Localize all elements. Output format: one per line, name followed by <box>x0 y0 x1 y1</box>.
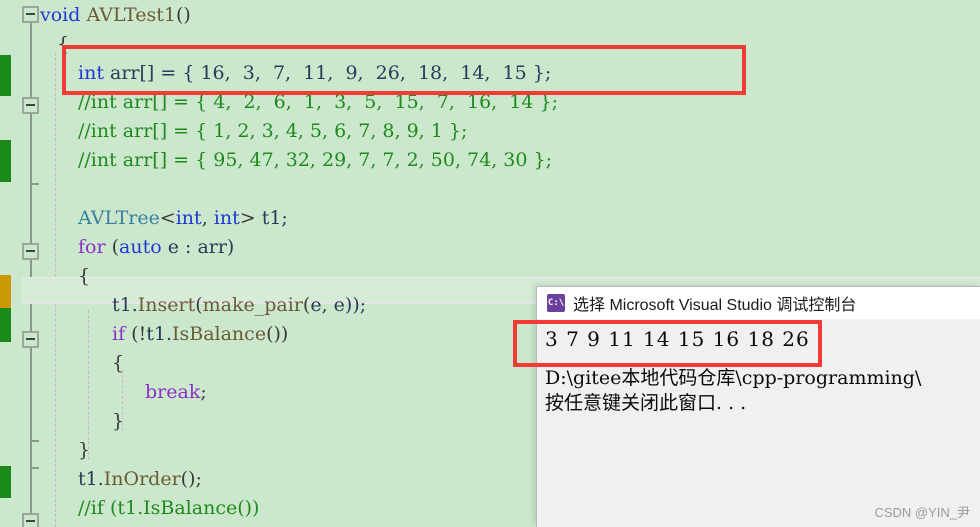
fold-line-seg-2 <box>30 114 32 244</box>
console-sorted-output: 3 7 9 11 14 15 16 18 26 <box>545 327 810 351</box>
fold-toggle-for-loop[interactable] <box>22 243 39 260</box>
fold-tick-3 <box>30 467 39 469</box>
code-line-0[interactable]: void AVLTest1() <box>40 1 191 30</box>
code-line-17[interactable]: //if (t1.IsBalance()) <box>78 494 259 523</box>
change-bar-green-3 <box>0 308 11 342</box>
code-line-16[interactable]: t1.InOrder(); <box>78 465 202 494</box>
fold-toggle-trailing[interactable] <box>22 513 39 527</box>
change-bar-green-2 <box>0 140 11 182</box>
console-titlebar[interactable]: C:\ 选择 Microsoft Visual Studio 调试控制台 <box>537 287 980 319</box>
code-line-6[interactable] <box>78 175 84 204</box>
code-line-4[interactable]: //int arr[] = { 1, 2, 3, 4, 5, 6, 7, 8, … <box>78 117 467 146</box>
code-line-14[interactable]: } <box>112 407 124 436</box>
code-line-10[interactable]: t1.Insert(make_pair(e, e)); <box>112 291 366 320</box>
fold-line-seg-4 <box>30 348 32 527</box>
fold-tick-1 <box>30 183 39 185</box>
watermark: CSDN @YIN_尹 <box>874 505 970 520</box>
code-line-8[interactable]: for (auto e : arr) <box>78 233 234 262</box>
console-output-area[interactable]: 3 7 9 11 14 15 16 18 26 D:\gitee本地代码仓库\c… <box>537 319 980 527</box>
fold-line-outer <box>30 22 32 97</box>
code-line-2[interactable]: int arr[] = { 16, 3, 7, 11, 9, 26, 18, 1… <box>78 59 551 88</box>
console-window[interactable]: C:\ 选择 Microsoft Visual Studio 调试控制台 3 7… <box>536 286 980 527</box>
console-path-line: D:\gitee本地代码仓库\cpp-programming\ <box>545 367 922 389</box>
code-line-7[interactable]: AVLTree<int, int> t1; <box>78 204 288 233</box>
fold-toggle-function[interactable] <box>22 6 39 23</box>
code-line-12[interactable]: { <box>112 349 124 378</box>
console-prompt-line: 按任意键关闭此窗口. . . <box>545 392 747 414</box>
code-line-9[interactable]: { <box>78 262 90 291</box>
code-line-3[interactable]: //int arr[] = { 4, 2, 6, 1, 3, 5, 15, 7,… <box>78 88 558 117</box>
fold-toggle-comment-block[interactable] <box>22 97 39 114</box>
fold-tick-2 <box>30 440 39 442</box>
code-line-11[interactable]: if (!t1.IsBalance()) <box>112 320 288 349</box>
change-bar-green-1 <box>0 55 11 96</box>
code-line-1[interactable]: { <box>57 30 69 59</box>
code-line-15[interactable]: } <box>78 436 90 465</box>
console-window-title: 选择 Microsoft Visual Studio 调试控制台 <box>573 297 857 314</box>
fold-toggle-if-block[interactable] <box>22 331 39 348</box>
change-bar-orange-1 <box>0 275 11 308</box>
code-line-5[interactable]: //int arr[] = { 95, 47, 32, 29, 7, 7, 2,… <box>78 146 552 175</box>
change-bar-green-4 <box>0 466 11 498</box>
code-line-13[interactable]: break; <box>145 378 207 407</box>
console-cmd-icon: C:\ <box>547 294 565 312</box>
